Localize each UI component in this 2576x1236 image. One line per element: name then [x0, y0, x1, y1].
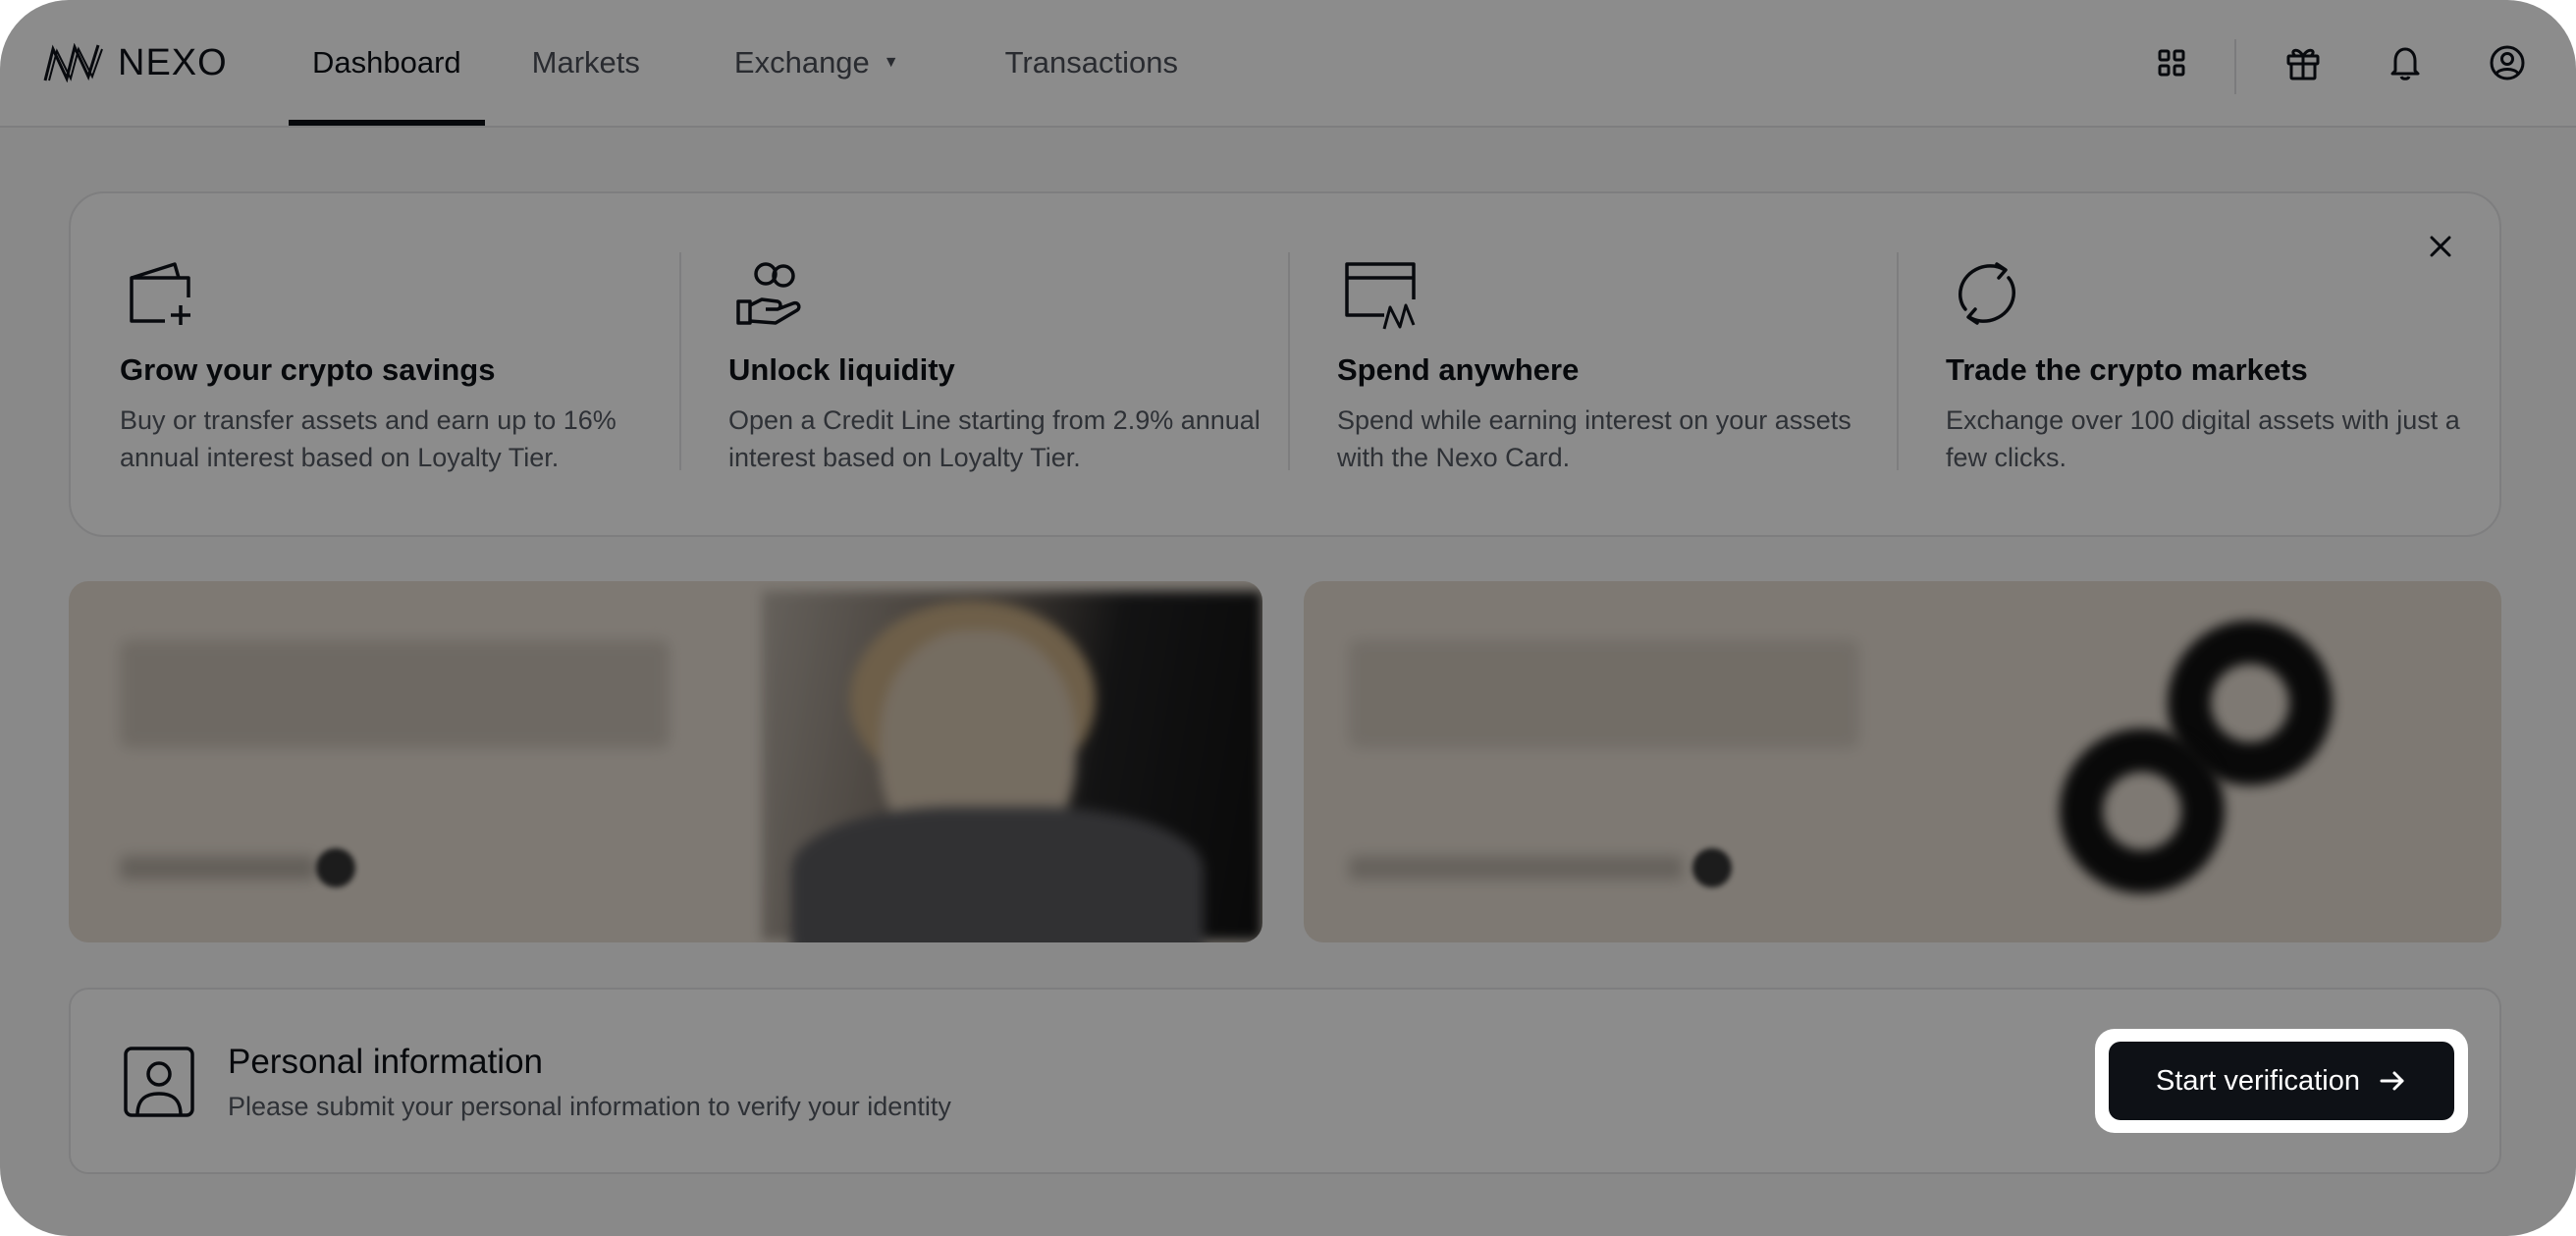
top-navigation-bar: NEXO Dashboard Markets Exchange ▼ Transac…	[0, 0, 2576, 128]
promo-arrow-icon	[316, 848, 355, 887]
start-verification-label: Start verification	[2156, 1064, 2360, 1097]
coin-graphic	[2060, 728, 2225, 893]
main-nav: Dashboard Markets Exchange ▼ Transactions	[289, 0, 1178, 126]
id-card-icon	[122, 1045, 196, 1119]
app-frame: NEXO Dashboard Markets Exchange ▼ Transac…	[0, 0, 2576, 1236]
feature-text: Spend while earning interest on your ass…	[1337, 405, 1852, 472]
refresh-icon	[1950, 256, 2024, 331]
tab-markets-label: Markets	[531, 45, 640, 80]
nexo-logo[interactable]: NEXO	[43, 41, 228, 83]
tab-dashboard[interactable]: Dashboard	[289, 0, 485, 126]
hand-coins-icon	[732, 256, 807, 331]
feature-divider	[1288, 252, 1290, 470]
promo-blurred-link	[1349, 856, 1683, 880]
wallet-plus-icon	[124, 256, 198, 331]
promo-photo	[762, 591, 1262, 942]
caret-down-icon: ▼	[883, 54, 899, 71]
gift-icon[interactable]	[2281, 41, 2325, 84]
feature-savings: Grow your crypto savings Buy or transfer…	[120, 256, 670, 476]
promo-blurred-headline	[1349, 640, 1859, 748]
promo-banner-exchange[interactable]	[1304, 581, 2501, 942]
feature-liquidity: Unlock liquidity Open a Credit Line star…	[728, 256, 1278, 476]
bell-icon[interactable]	[2384, 41, 2427, 84]
feature-title: Grow your crypto savings	[120, 352, 496, 387]
promo-blurred-headline	[120, 640, 670, 748]
features-card: Grow your crypto savings Buy or transfer…	[69, 191, 2501, 537]
tab-exchange[interactable]: Exchange ▼	[734, 0, 899, 126]
brand-name: NEXO	[118, 41, 228, 83]
tab-transactions-label: Transactions	[1004, 45, 1178, 80]
feature-divider	[679, 252, 681, 470]
promo-blurred-link	[120, 856, 316, 880]
personal-info-subtitle: Please submit your personal information …	[228, 1092, 951, 1121]
start-verification-button[interactable]: Start verification	[2109, 1042, 2454, 1120]
card-icon	[1341, 256, 1416, 331]
personal-info-title: Personal information	[228, 1043, 543, 1081]
tab-dashboard-label: Dashboard	[312, 45, 461, 80]
tab-exchange-label: Exchange	[733, 45, 870, 80]
feature-text: Buy or transfer assets and earn up to 16…	[120, 405, 617, 472]
user-circle-icon[interactable]	[2486, 41, 2529, 84]
promo-arrow-icon	[1692, 848, 1732, 887]
feature-divider	[1897, 252, 1899, 470]
feature-text: Exchange over 100 digital assets with ju…	[1946, 405, 2460, 472]
promo-banner-savings[interactable]	[69, 581, 1262, 942]
feature-text: Open a Credit Line starting from 2.9% an…	[728, 405, 1261, 472]
grid-icon[interactable]	[2150, 41, 2193, 84]
feature-spend: Spend anywhere Spend while earning inter…	[1337, 256, 1887, 476]
feature-trade: Trade the crypto markets Exchange over 1…	[1946, 256, 2496, 476]
tab-markets[interactable]: Markets	[532, 0, 640, 126]
feature-title: Unlock liquidity	[728, 352, 955, 387]
tab-transactions[interactable]: Transactions	[1005, 0, 1178, 126]
nexo-logo-icon	[43, 43, 103, 82]
feature-title: Trade the crypto markets	[1946, 352, 2308, 387]
header-divider	[2234, 39, 2236, 94]
arrow-right-icon	[2380, 1071, 2404, 1091]
feature-title: Spend anywhere	[1337, 352, 1580, 387]
